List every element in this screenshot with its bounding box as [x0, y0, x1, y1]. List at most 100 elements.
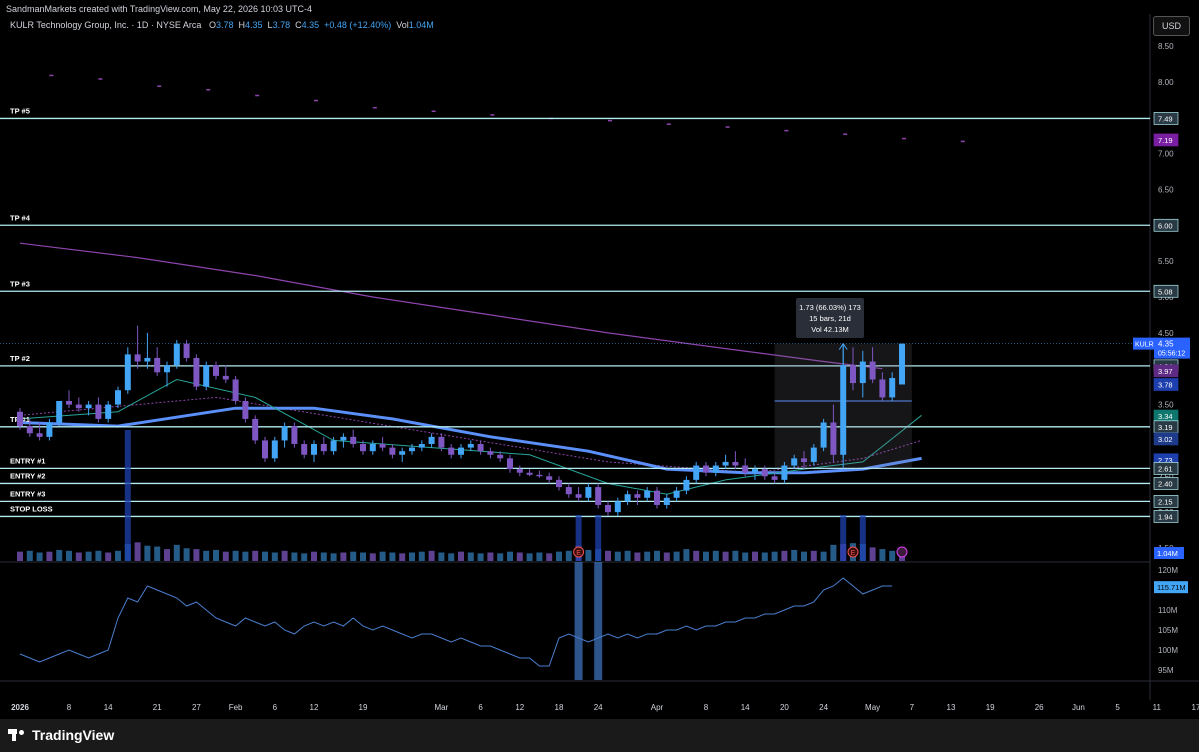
- candle-body: [683, 479, 690, 491]
- candle-body: [173, 343, 180, 366]
- volume-bar: [340, 552, 347, 561]
- time-axis-label: 19: [359, 703, 368, 712]
- candle-body: [575, 494, 582, 498]
- volume-bar: [703, 551, 709, 561]
- tradingview-logo[interactable]: TradingView: [8, 727, 114, 743]
- indicator-tick-label: 110M: [1158, 606, 1178, 615]
- volume-bar: [428, 550, 435, 561]
- time-axis-label: 6: [478, 703, 483, 712]
- candle-body: [722, 461, 729, 466]
- volume-bar: [56, 549, 63, 561]
- candle-body: [301, 444, 308, 455]
- candle-body: [614, 501, 621, 513]
- candle-body: [752, 469, 758, 473]
- measure-line-1: 1.73 (66.03%) 173: [799, 303, 861, 312]
- volume-spike-bar: [595, 515, 602, 561]
- volume-bar: [634, 552, 641, 561]
- candle-body: [66, 400, 72, 405]
- candle-body: [350, 436, 357, 445]
- level-label: ENTRY #2: [10, 471, 45, 480]
- volume-bar: [693, 550, 700, 561]
- ticker-tag-label: KULR: [1135, 342, 1154, 349]
- volume-bar: [183, 548, 190, 561]
- candle-body: [389, 447, 396, 455]
- candle-body: [742, 465, 749, 473]
- candle-body: [644, 490, 651, 498]
- volume-bar: [291, 552, 298, 561]
- price-tick-label: 7.00: [1158, 150, 1174, 159]
- volume-bar: [262, 551, 268, 561]
- volume-bar: [742, 552, 749, 561]
- candle-body: [438, 436, 445, 448]
- candle-body: [418, 444, 425, 448]
- candle-body: [379, 444, 386, 448]
- price-tick-label: 5.50: [1158, 257, 1174, 266]
- earnings-marker-label: E: [576, 550, 581, 557]
- measure-line-2: 15 bars, 21d: [809, 314, 851, 323]
- candle-body: [46, 422, 53, 437]
- volume-bar: [585, 549, 592, 561]
- volume-bar: [389, 552, 396, 561]
- candle-body: [654, 490, 660, 505]
- candle-body: [164, 365, 170, 373]
- projection-dash: [902, 137, 906, 140]
- indicator-current-label: 115.71M: [1157, 583, 1186, 592]
- candle-body: [144, 357, 151, 362]
- candle-body: [222, 375, 229, 380]
- time-axis-label: 18: [555, 703, 564, 712]
- indicator-tick-label: 105M: [1158, 626, 1178, 635]
- time-axis-label: 27: [192, 703, 201, 712]
- volume-bar: [281, 550, 288, 561]
- time-axis-label: Feb: [229, 703, 243, 712]
- earnings-marker-label: E: [851, 550, 856, 557]
- candle-body: [850, 365, 856, 384]
- candle-body: [791, 458, 798, 466]
- time-axis-label: 14: [741, 703, 750, 712]
- price-tick-label: 8.00: [1158, 78, 1174, 87]
- candle-body: [703, 465, 709, 473]
- volume-bar: [467, 552, 474, 561]
- volume-bar: [820, 551, 827, 561]
- candle-body: [732, 461, 739, 466]
- volume-bar: [644, 551, 651, 561]
- level-label: TP #4: [10, 213, 31, 222]
- brand-name: TradingView: [32, 727, 115, 743]
- volume-bar: [781, 550, 788, 561]
- time-axis-label: 2026: [11, 703, 29, 712]
- projection-dash: [255, 94, 260, 97]
- candle-body: [242, 400, 249, 419]
- indicator-spike-bar: [574, 562, 583, 680]
- time-axis-label: 24: [819, 703, 828, 712]
- candle-body: [262, 440, 268, 459]
- candle-body: [458, 447, 464, 455]
- time-axis-label: 5: [1115, 703, 1120, 712]
- volume-bar: [418, 551, 425, 561]
- volume-bar: [507, 551, 513, 561]
- volume-bar: [193, 549, 200, 561]
- candle-body: [56, 400, 63, 423]
- volume-bar: [830, 544, 837, 561]
- volume-bar: [75, 552, 82, 561]
- candle-body: [761, 469, 768, 477]
- indicator-line: [19, 577, 893, 667]
- price-tag-label: 7.19: [1158, 136, 1173, 145]
- price-tag-label: 3.19: [1158, 423, 1173, 432]
- candle-body: [879, 379, 886, 398]
- candle-body: [781, 465, 788, 480]
- projection-dash: [666, 123, 671, 125]
- volume-bar: [605, 550, 611, 561]
- volume-bar: [869, 547, 876, 561]
- time-axis-label: Apr: [651, 703, 664, 712]
- volume-spike-bar: [840, 515, 847, 561]
- candle-body: [830, 422, 837, 455]
- candle-body: [124, 354, 131, 391]
- volume-bar: [879, 549, 886, 561]
- price-tag-label: 1.94: [1158, 512, 1173, 521]
- price-tag-label: 3.02: [1158, 435, 1173, 444]
- volume-bar: [222, 551, 229, 561]
- projection-dash: [314, 99, 318, 102]
- price-chart-svg[interactable]: 8.508.007.507.006.505.505.004.503.503.00…: [0, 0, 1199, 719]
- volume-bar: [438, 552, 445, 561]
- time-axis-label: 11: [1153, 703, 1162, 712]
- volume-bar: [144, 545, 151, 561]
